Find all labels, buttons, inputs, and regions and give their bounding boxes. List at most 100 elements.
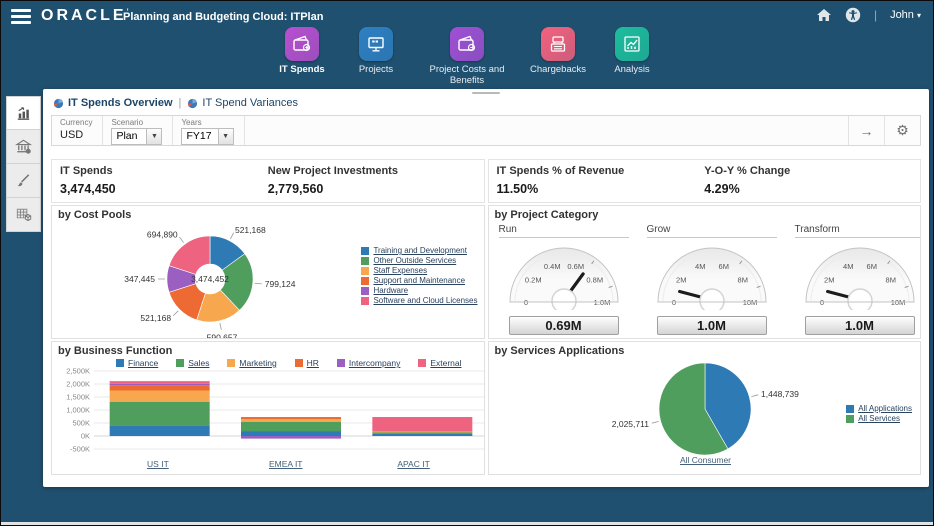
svg-text:-500K: -500K	[70, 445, 90, 454]
legend-item[interactable]: External	[418, 358, 461, 368]
svg-text:694,890: 694,890	[147, 230, 178, 240]
kpi-yoy-pct-change: Y-O-Y % Change 4.29%	[704, 165, 912, 197]
legend-item[interactable]: All Services	[846, 414, 912, 423]
legend-item[interactable]: Finance	[116, 358, 158, 368]
card-title: by Project Category	[495, 209, 915, 221]
adhoc-grid-cube-icon[interactable]	[6, 198, 41, 232]
legend-swatch	[361, 267, 369, 275]
legend-item[interactable]: All Applications	[846, 404, 912, 413]
legend-swatch	[227, 359, 235, 367]
svg-text:0.6M: 0.6M	[567, 262, 584, 271]
svg-text:6M: 6M	[866, 262, 876, 271]
legend-item[interactable]: Other Outside Services	[361, 256, 477, 265]
top-bar: ORACLE’ Planning and Budgeting Cloud: IT…	[1, 1, 933, 89]
topbar-divider: |	[874, 8, 877, 22]
project-category-gauges: Run 00.2M0.4M0.6M0.8M1.0M 0.69M Grow 02M…	[497, 224, 913, 335]
oracle-logo: ORACLE’	[41, 7, 132, 25]
legend-item[interactable]: Marketing	[227, 358, 276, 368]
scenario-filter: Scenario Plan ▼	[103, 116, 173, 145]
legend-item[interactable]: HR	[295, 358, 319, 368]
settings-gear-button[interactable]: ⚙	[884, 116, 920, 145]
app-window: ORACLE’ Planning and Budgeting Cloud: IT…	[0, 0, 934, 526]
all-consumer-link[interactable]: All Consumer	[680, 455, 731, 465]
legend-item[interactable]: Software and Cloud Licenses	[361, 296, 477, 305]
legend-item[interactable]: Training and Development	[361, 246, 477, 255]
gauge-dial: 02M4M6M8M10M	[793, 238, 922, 310]
services-applications-card: by Services Applications 1,448,7392,025,…	[488, 341, 922, 475]
currency-value: USD	[60, 129, 92, 141]
svg-text:521,168: 521,168	[140, 313, 171, 323]
legend-swatch	[418, 359, 426, 367]
accessibility-icon[interactable]	[845, 7, 861, 23]
category-link[interactable]: US IT	[94, 459, 222, 469]
dashboard-chart-icon[interactable]	[6, 96, 41, 130]
financials-bank-icon[interactable]	[6, 130, 41, 164]
legend-item[interactable]: Intercompany	[337, 358, 401, 368]
svg-text:1,500K: 1,500K	[66, 393, 90, 402]
chevron-down-icon[interactable]: ▼	[218, 129, 233, 144]
svg-text:0.2M: 0.2M	[524, 276, 541, 285]
gauge-transform: Transform 02M4M6M8M10M 1.0M	[793, 224, 922, 335]
card-title: by Services Applications	[495, 345, 915, 357]
business-function-legend: Finance Sales Marketing HR Intercompany …	[116, 358, 462, 368]
svg-text:590,657: 590,657	[207, 333, 238, 339]
business-function-bar-chart: -500K0K500K1,000K1,500K2,000K2,500K	[58, 368, 485, 454]
nav-item-chargebacks[interactable]: Chargebacks	[526, 27, 590, 87]
format-brush-icon[interactable]	[6, 164, 41, 198]
nav-item-it-spends[interactable]: IT Spends	[270, 27, 334, 87]
svg-text:6M: 6M	[718, 262, 728, 271]
tab-it-spends-overview[interactable]: IT Spends Overview	[53, 97, 173, 109]
panel-drag-handle[interactable]	[472, 92, 500, 94]
legend-item[interactable]: Hardware	[361, 286, 477, 295]
dashboard-panel: IT Spends Overview | IT Spend Variances …	[43, 89, 929, 487]
monitor-icon	[359, 27, 393, 61]
gauge-dial: 02M4M6M8M10M	[645, 238, 779, 310]
svg-text:2,000K: 2,000K	[66, 380, 90, 389]
nav-item-project-costs-benefits[interactable]: Project Costs and Benefits	[418, 27, 516, 87]
gauge-grow: Grow 02M4M6M8M10M 1.0M	[645, 224, 779, 335]
home-icon[interactable]	[816, 7, 832, 23]
kpi-card-left: IT Spends 3,474,450 New Project Investme…	[51, 159, 485, 203]
legend-swatch	[846, 415, 854, 423]
scenario-select[interactable]: Plan ▼	[111, 128, 162, 145]
nav-item-projects[interactable]: Projects	[344, 27, 408, 87]
legend-item[interactable]: Sales	[176, 358, 209, 368]
window-bottom-edge	[1, 522, 933, 525]
user-menu[interactable]: John ▾	[890, 9, 921, 21]
go-arrow-button[interactable]: →	[848, 116, 884, 145]
svg-text:3,474,452: 3,474,452	[191, 274, 229, 284]
machine-icon	[541, 27, 575, 61]
svg-text:2,500K: 2,500K	[66, 368, 90, 376]
arrow-right-icon: →	[860, 123, 874, 139]
svg-text:521,168: 521,168	[235, 225, 266, 235]
gauge-value: 1.0M	[805, 316, 915, 335]
legend-item[interactable]: Support and Maintenance	[361, 276, 477, 285]
side-rail	[6, 96, 41, 232]
svg-text:8M: 8M	[737, 276, 747, 285]
chevron-down-icon[interactable]: ▼	[146, 129, 161, 144]
svg-text:1,448,739: 1,448,739	[761, 389, 799, 399]
category-link[interactable]: APAC IT	[350, 459, 478, 469]
hamburger-menu-icon[interactable]	[11, 9, 31, 24]
card-title: by Cost Pools	[58, 209, 478, 221]
category-link[interactable]: EMEA IT	[222, 459, 350, 469]
years-select[interactable]: FY17 ▼	[181, 128, 233, 145]
legend-swatch	[176, 359, 184, 367]
legend-swatch	[361, 257, 369, 265]
cost-pools-donut-chart: 521,168799,124590,657521,168347,445694,8…	[58, 221, 388, 339]
kpi-row: IT Spends 3,474,450 New Project Investme…	[51, 159, 921, 203]
svg-text:4M: 4M	[695, 262, 705, 271]
nav-item-analysis[interactable]: Analysis	[600, 27, 664, 87]
main-navigation: IT Spends Projects Project Costs and Ben…	[1, 27, 933, 87]
dashboard-tabs: IT Spends Overview | IT Spend Variances	[53, 97, 298, 109]
wallet-icon	[285, 27, 319, 61]
svg-text:347,445: 347,445	[124, 274, 155, 284]
tab-it-spend-variances[interactable]: IT Spend Variances	[187, 97, 298, 109]
legend-item[interactable]: Staff Expenses	[361, 266, 477, 275]
gauge-dial: 00.2M0.4M0.6M0.8M1.0M	[497, 238, 631, 310]
tab-separator: |	[179, 97, 182, 109]
dashboard-icon	[187, 98, 198, 109]
legend-swatch	[116, 359, 124, 367]
gauge-value: 0.69M	[509, 316, 619, 335]
gauge-value: 1.0M	[657, 316, 767, 335]
